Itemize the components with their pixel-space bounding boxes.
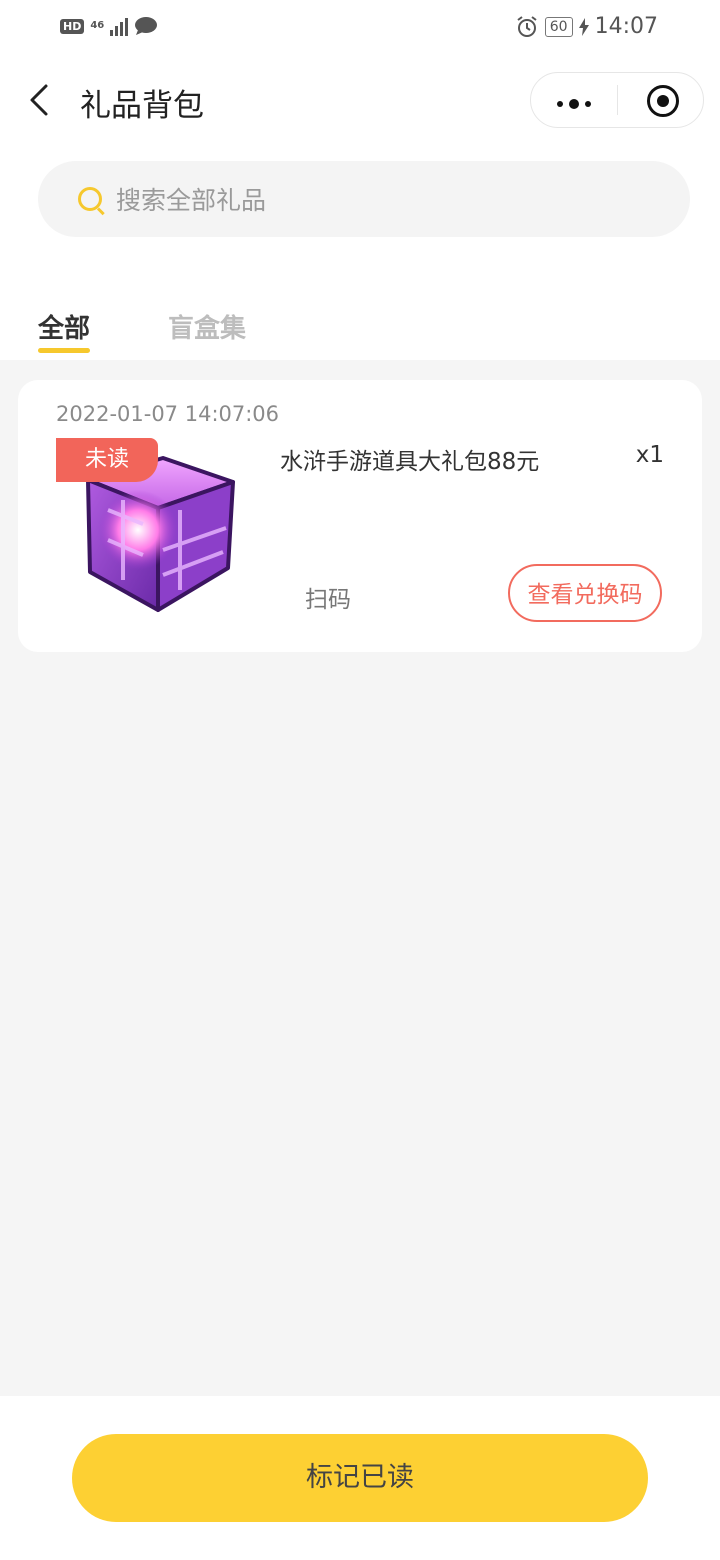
unread-badge: 未读 [56,438,158,482]
tab-blind-box[interactable]: 盲盒集 [168,308,246,345]
battery-icon: 60 [544,16,573,37]
clock: 14:07 [594,14,658,39]
alarm-icon [517,15,537,37]
gift-quantity: x1 [635,442,664,468]
search-input[interactable] [114,177,658,223]
tab-all[interactable]: 全部 [38,308,90,345]
message-icon [135,17,158,35]
search-bar[interactable] [38,161,690,237]
close-target-icon[interactable] [647,85,679,117]
back-icon[interactable] [26,82,56,118]
mark-read-button[interactable]: 标记已读 [72,1434,648,1522]
gift-card[interactable]: 2022-01-07 14:07:06 未读 水浒手游道具大礼包88元 x1 扫… [18,380,702,652]
view-redeem-code-button[interactable]: 查看兑换码 [508,564,662,622]
header-area: HD 46 60 14:07 礼品背包 全部 盲盒集 [0,0,720,360]
capsule-divider [617,85,618,115]
signal-icon [110,16,129,36]
status-bar: HD 46 60 14:07 [0,0,720,56]
network-type: 46 [90,20,105,31]
gift-date: 2022-01-07 14:07:06 [56,402,280,426]
bottom-bar: 标记已读 [0,1396,720,1560]
mini-program-capsule [530,72,704,128]
scan-button[interactable]: 扫码 [305,580,351,614]
page-title: 礼品背包 [80,88,204,124]
active-tab-indicator [38,348,90,353]
search-icon [78,187,102,211]
more-icon[interactable] [557,99,591,109]
hd-icon: HD [60,18,85,34]
gift-name: 水浒手游道具大礼包88元 [280,449,540,475]
charging-icon [578,17,589,36]
